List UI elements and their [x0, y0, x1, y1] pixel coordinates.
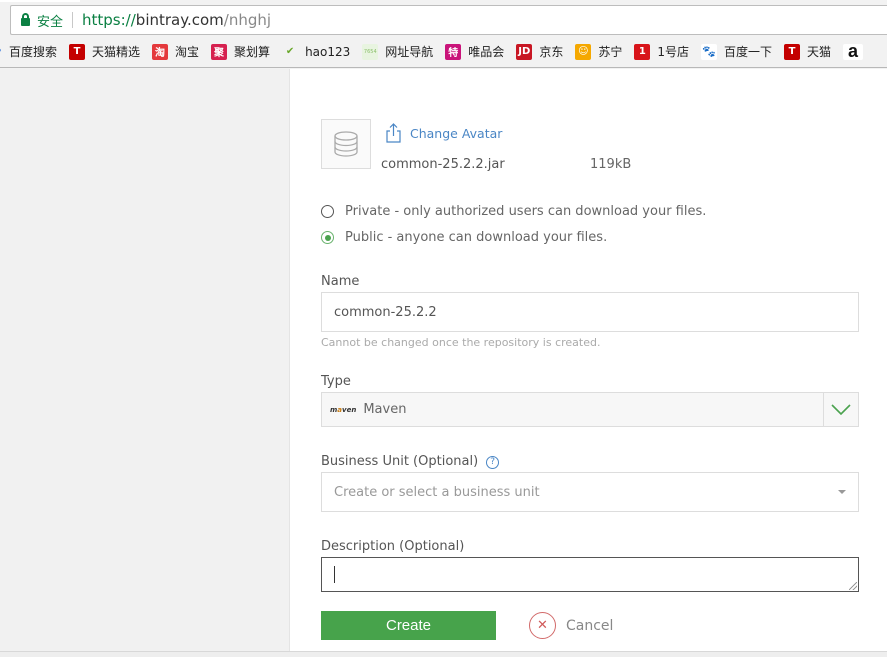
business-unit-select[interactable]: Create or select a business unit	[321, 472, 859, 512]
hao123-icon: ✔	[285, 46, 295, 57]
description-textarea[interactable]	[321, 557, 859, 592]
business-unit-placeholder: Create or select a business unit	[334, 484, 540, 500]
url-text[interactable]: https://bintray.com/nhghj	[82, 11, 271, 29]
type-dropdown-toggle[interactable]	[823, 393, 858, 426]
bookmark-item[interactable]: ☺ 苏宁	[575, 43, 622, 60]
yhd-icon: 1	[634, 43, 651, 60]
bookmark-label: 网址导航	[385, 45, 434, 59]
public-radio[interactable]	[321, 231, 334, 244]
taobao-icon: 淘	[152, 43, 169, 60]
caret-down-icon	[838, 490, 846, 494]
tmall-icon: T	[784, 43, 800, 60]
chevron-down-icon	[831, 403, 851, 415]
suning-icon: ☺	[575, 43, 592, 60]
bookmark-item[interactable]: 7654 网址导航	[362, 43, 433, 60]
url-host: bintray.com	[135, 11, 224, 29]
cancel-button[interactable]: ✕ Cancel	[529, 612, 613, 639]
business-unit-label-row: Business Unit (Optional)?	[321, 454, 500, 470]
bookmark-label: 1号店	[657, 45, 689, 59]
text-cursor	[334, 566, 335, 583]
cancel-label: Cancel	[566, 617, 614, 634]
name-input[interactable]: common-25.2.2	[321, 292, 859, 332]
bookmark-label: 天猫	[807, 45, 832, 59]
help-icon[interactable]: ?	[486, 455, 500, 469]
file-name: common-25.2.2.jar	[381, 157, 505, 172]
bookmark-label: 聚划算	[234, 45, 271, 59]
maven-logo-icon: maven	[330, 405, 357, 414]
change-avatar-label: Change Avatar	[410, 125, 503, 141]
bookmark-label: 天猫精选	[92, 45, 141, 59]
bookmark-label: 苏宁	[598, 45, 623, 59]
baidu-search-icon: •	[0, 44, 2, 60]
bookmark-item[interactable]: 🐾 百度一下	[700, 43, 772, 60]
address-bar-area: 安全 https://bintray.com/nhghj	[0, 3, 887, 35]
bottom-edge	[0, 651, 887, 657]
private-radio[interactable]	[321, 205, 334, 218]
private-radio-option[interactable]: Private - only authorized users can down…	[321, 204, 706, 219]
bookmark-label: 百度搜索	[9, 45, 58, 59]
name-hint: Cannot be changed once the repository is…	[321, 336, 601, 349]
resize-handle[interactable]	[849, 582, 857, 590]
change-avatar-link[interactable]: Change Avatar	[386, 123, 502, 143]
baidu-paw-icon: 🐾	[700, 43, 717, 60]
tmall-icon: T	[69, 43, 86, 60]
bookmark-item[interactable]: T 天猫精选	[69, 43, 140, 60]
bookmark-label: 唯品会	[468, 45, 505, 59]
create-button[interactable]: Create	[321, 611, 496, 640]
avatar	[321, 119, 371, 169]
bookmark-label: 京东	[539, 45, 564, 59]
bookmark-item[interactable]: JD 京东	[516, 43, 563, 60]
create-repository-form: Change Avatar common-25.2.2.jar 119kB Pr…	[289, 69, 887, 651]
name-input-value: common-25.2.2	[334, 304, 437, 320]
7654-icon: 7654	[362, 43, 379, 60]
bookmark-item[interactable]: 淘淘宝	[152, 43, 199, 60]
address-bar[interactable]: 安全 https://bintray.com/nhghj	[10, 5, 887, 35]
private-radio-label: Private - only authorized users can down…	[345, 204, 707, 219]
bookmark-label: 淘宝	[175, 45, 200, 59]
bookmark-item[interactable]: 聚聚划算	[211, 43, 270, 60]
juhuasuan-icon: 聚	[211, 43, 228, 60]
name-label: Name	[321, 274, 360, 289]
description-label: Description (Optional)	[321, 539, 465, 554]
jd-icon: JD	[516, 43, 533, 60]
bookmark-item[interactable]: 1 1号店	[634, 43, 689, 60]
vip-icon: 特	[445, 43, 462, 60]
type-label: Type	[321, 374, 351, 389]
bookmark-item[interactable]: • 百度搜索	[0, 43, 57, 60]
type-value: Maven	[363, 402, 407, 417]
upload-icon	[386, 123, 401, 143]
security-label: 安全	[37, 14, 64, 30]
database-icon	[334, 131, 358, 157]
public-radio-label: Public - anyone can download your files.	[345, 230, 608, 245]
url-path: /nhghj	[223, 11, 272, 29]
divider	[72, 12, 74, 28]
bookmark-label: hao123	[305, 44, 351, 59]
amazon-icon: a	[843, 41, 864, 61]
url-scheme: https://	[82, 11, 136, 29]
type-select[interactable]: maven Maven	[321, 392, 859, 427]
bookmark-item[interactable]: 特唯品会	[445, 43, 504, 60]
bookmark-item[interactable]: a	[843, 41, 870, 61]
bookmarks-bar: • 百度搜索 T 天猫精选淘淘宝聚聚划算 ✔ hao123 7654 网址导航特唯品会 JD 京东…	[0, 36, 887, 68]
browser-tab[interactable]	[0, 0, 80, 2]
lock-icon	[21, 13, 30, 26]
file-size: 119kB	[590, 157, 632, 172]
sidebar	[0, 69, 289, 657]
bookmark-item[interactable]: ✔ hao123	[282, 44, 350, 60]
close-icon: ✕	[529, 612, 556, 639]
public-radio-option[interactable]: Public - anyone can download your files.	[321, 230, 607, 245]
bookmark-label: 百度一下	[723, 45, 772, 59]
business-unit-label: Business Unit (Optional)	[321, 454, 479, 469]
bookmark-item[interactable]: T 天猫	[784, 43, 831, 60]
